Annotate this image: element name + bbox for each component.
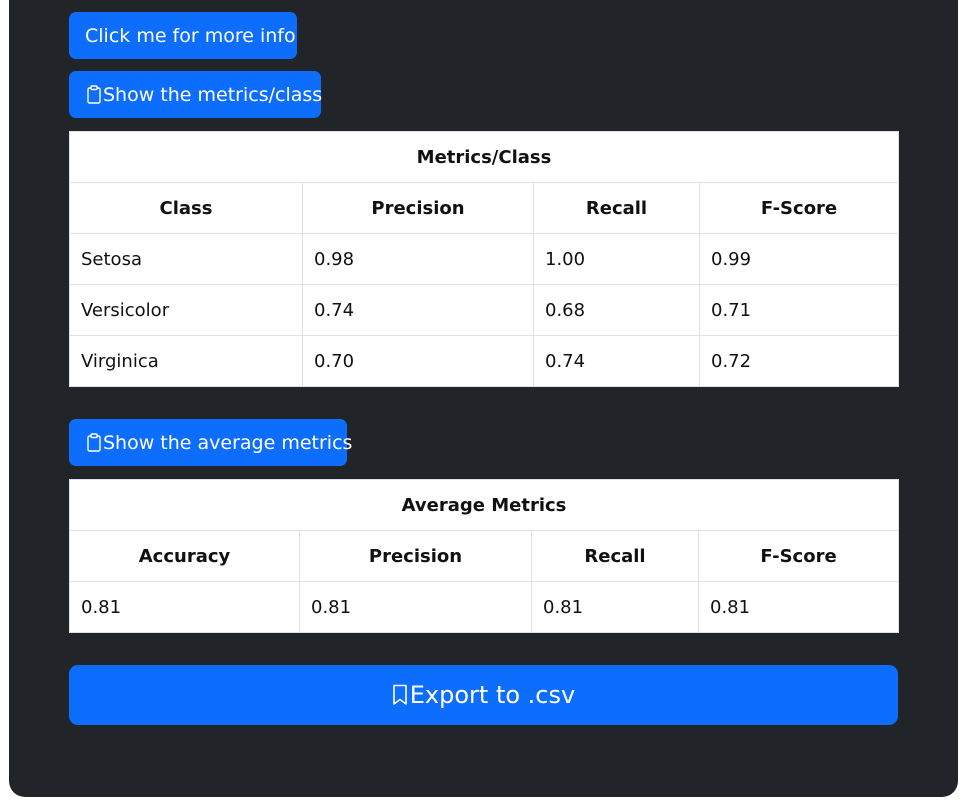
column-header: Precision xyxy=(299,530,532,582)
clipboard-icon xyxy=(87,433,101,452)
show-metrics-class-button-label: Show the metrics/class xyxy=(103,83,323,106)
more-info-button-label: Click me for more info xyxy=(85,24,296,47)
table-cell: 0.74 xyxy=(533,335,700,387)
column-header: F-Score xyxy=(699,182,899,234)
table-cell: 0.68 xyxy=(533,284,700,336)
table-cell: Versicolor xyxy=(69,284,303,336)
column-header: Recall xyxy=(533,182,700,234)
show-average-metrics-button[interactable]: Show the average metrics xyxy=(69,419,352,466)
column-header: Class xyxy=(69,182,303,234)
table-cell: 0.74 xyxy=(302,284,534,336)
table-cell: 0.81 xyxy=(531,581,699,633)
table-title-row: Average Metrics xyxy=(68,479,900,531)
export-csv-button[interactable]: Export to .csv xyxy=(69,665,898,725)
metrics-class-table: Metrics/Class Class Precision Recall F-S… xyxy=(69,131,899,387)
table-cell: Setosa xyxy=(69,233,303,285)
table-title: Average Metrics xyxy=(68,479,900,531)
table-row: Virginica 0.70 0.74 0.72 xyxy=(69,335,899,387)
table-cell: 0.99 xyxy=(699,233,899,285)
clipboard-icon xyxy=(87,85,101,104)
bookmark-icon xyxy=(392,684,408,706)
table-cell: Virginica xyxy=(69,335,303,387)
table-title-row: Metrics/Class xyxy=(69,131,899,183)
table-cell: 0.71 xyxy=(699,284,899,336)
table-row: 0.81 0.81 0.81 0.81 xyxy=(69,581,900,633)
export-csv-button-label: Export to .csv xyxy=(409,681,576,709)
table-title: Metrics/Class xyxy=(69,131,899,183)
column-header: Precision xyxy=(302,182,534,234)
table-cell: 1.00 xyxy=(533,233,700,285)
table-cell: 0.81 xyxy=(697,581,900,633)
table-header-row: Accuracy Precision Recall F-Score xyxy=(69,530,900,582)
column-header: Recall xyxy=(531,530,699,582)
table-header-row: Class Precision Recall F-Score xyxy=(69,182,899,234)
column-header: F-Score xyxy=(697,530,900,582)
more-info-button[interactable]: Click me for more info xyxy=(69,12,297,59)
table-cell: 0.81 xyxy=(299,581,532,633)
table-cell: 0.81 xyxy=(69,581,300,633)
table-row: Versicolor 0.74 0.68 0.71 xyxy=(69,284,899,336)
column-header: Accuracy xyxy=(69,530,300,582)
table-row: Setosa 0.98 1.00 0.99 xyxy=(69,233,899,285)
table-cell: 0.72 xyxy=(699,335,899,387)
show-average-metrics-button-label: Show the average metrics xyxy=(103,431,353,454)
table-cell: 0.70 xyxy=(302,335,534,387)
show-metrics-class-button[interactable]: Show the metrics/class xyxy=(69,71,323,118)
average-metrics-table: Average Metrics Accuracy Precision Recal… xyxy=(68,479,900,633)
table-cell: 0.98 xyxy=(302,233,534,285)
